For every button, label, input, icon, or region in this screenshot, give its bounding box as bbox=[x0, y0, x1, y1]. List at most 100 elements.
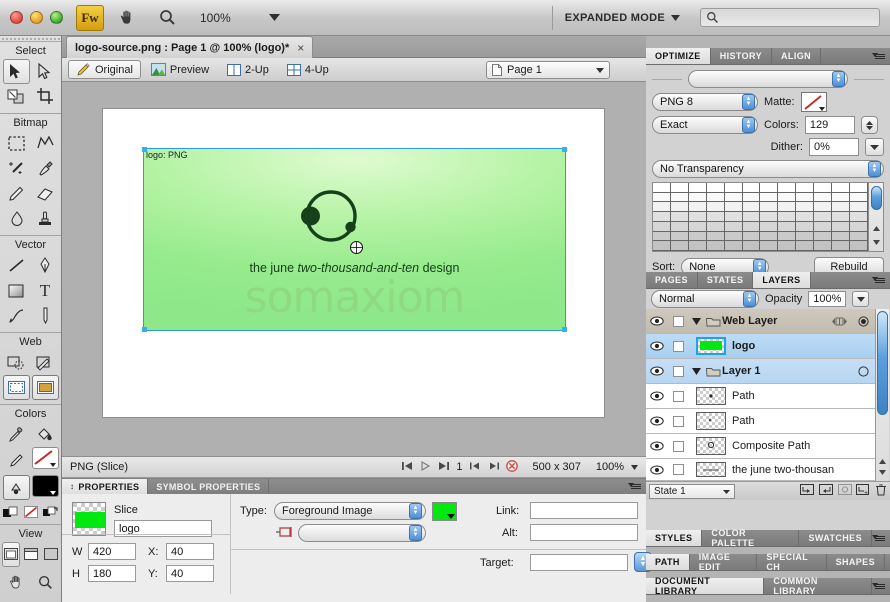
tab-symbol-properties[interactable]: SYMBOL PROPERTIES bbox=[148, 479, 270, 494]
paint-bucket-tool[interactable] bbox=[32, 422, 59, 447]
styles-panel-menu[interactable] bbox=[872, 530, 890, 546]
show-slices-tool[interactable] bbox=[31, 375, 59, 400]
palette-cell[interactable] bbox=[760, 192, 779, 203]
layer-thumbnail[interactable] bbox=[696, 337, 726, 355]
palette-cell[interactable] bbox=[832, 192, 851, 203]
layer-thumbnail[interactable] bbox=[696, 387, 726, 405]
palette-cell[interactable] bbox=[653, 192, 671, 203]
visibility-toggle[interactable] bbox=[646, 316, 668, 326]
panel-menu-icon[interactable] bbox=[872, 582, 885, 591]
palette-cell[interactable] bbox=[688, 212, 707, 222]
lock-toggle[interactable] bbox=[668, 340, 688, 352]
visibility-toggle[interactable] bbox=[646, 366, 668, 376]
tab-image-edit[interactable]: IMAGE EDIT bbox=[689, 552, 758, 572]
lock-toggle[interactable] bbox=[668, 315, 688, 327]
blur-tool[interactable] bbox=[3, 206, 30, 231]
play-states-button[interactable] bbox=[420, 460, 431, 474]
hotspot-tool[interactable] bbox=[3, 350, 30, 375]
full-screen-tool[interactable] bbox=[42, 542, 60, 567]
layer-row-logo[interactable]: logo bbox=[646, 334, 875, 359]
layer-name[interactable]: Path bbox=[732, 415, 875, 427]
palette-cell[interactable] bbox=[706, 231, 725, 242]
delete-layer-button[interactable] bbox=[875, 483, 887, 499]
add-bitmap-image-button[interactable] bbox=[838, 483, 852, 499]
palette-cell[interactable] bbox=[688, 183, 707, 193]
add-mask-alt-button[interactable] bbox=[819, 483, 834, 499]
export-format-select[interactable]: PNG 8 ▲ ▼ bbox=[652, 93, 758, 111]
standard-screen-tool[interactable] bbox=[1, 542, 20, 567]
palette-cell[interactable] bbox=[742, 212, 761, 222]
zoom-tool[interactable] bbox=[32, 570, 59, 595]
palette-cell[interactable] bbox=[814, 231, 833, 242]
palette-cell[interactable] bbox=[742, 192, 761, 203]
tab-states[interactable]: STATES bbox=[697, 272, 754, 288]
no-color-tool[interactable] bbox=[22, 504, 40, 520]
width-input[interactable]: 420 bbox=[88, 543, 136, 560]
layers-scroll-thumb[interactable] bbox=[877, 311, 888, 415]
palette-cell[interactable] bbox=[814, 183, 833, 193]
settings-stepper-icon[interactable]: ▲ ▼ bbox=[832, 71, 845, 87]
palette-cell[interactable] bbox=[706, 183, 725, 193]
palette-cell[interactable] bbox=[742, 202, 761, 213]
palette-cell[interactable] bbox=[850, 183, 868, 193]
fill-swatch-tool[interactable] bbox=[31, 475, 59, 497]
palette-cell[interactable] bbox=[814, 241, 833, 251]
tab-common-library[interactable]: COMMON LIBRARY bbox=[764, 576, 872, 596]
visibility-toggle[interactable] bbox=[646, 416, 668, 426]
subselection-tool[interactable] bbox=[32, 59, 59, 84]
visibility-toggle[interactable] bbox=[646, 341, 668, 351]
palette-cell[interactable] bbox=[796, 221, 815, 232]
visibility-toggle[interactable] bbox=[646, 465, 668, 475]
crop-tool[interactable] bbox=[32, 84, 59, 109]
panel-menu-icon[interactable] bbox=[872, 534, 885, 543]
active-layer-radio[interactable] bbox=[851, 365, 875, 377]
panel-menu-icon[interactable] bbox=[872, 276, 885, 285]
lock-toggle[interactable] bbox=[668, 440, 688, 452]
palette-cell[interactable] bbox=[850, 221, 868, 232]
tab-path[interactable]: PATH bbox=[646, 554, 690, 570]
tab-original[interactable]: Original bbox=[68, 60, 141, 79]
minimize-window-button[interactable] bbox=[30, 11, 43, 24]
dither-dropdown-button[interactable] bbox=[865, 138, 884, 156]
palette-cell[interactable] bbox=[688, 192, 707, 203]
palette-cell[interactable] bbox=[653, 221, 671, 232]
palette-cell[interactable] bbox=[653, 212, 671, 222]
stroke-color-tool[interactable] bbox=[3, 447, 30, 472]
active-layer-radio[interactable] bbox=[851, 315, 875, 327]
palette-cell[interactable] bbox=[760, 212, 779, 222]
palette-cell[interactable] bbox=[742, 241, 761, 251]
slice-color-swatch[interactable] bbox=[432, 502, 457, 521]
layer-row-layer-1[interactable]: Layer 1 bbox=[646, 359, 875, 384]
last-state-button[interactable] bbox=[438, 461, 450, 474]
lock-toggle[interactable] bbox=[668, 365, 688, 377]
palette-cell[interactable] bbox=[742, 183, 761, 193]
close-icon[interactable]: × bbox=[297, 41, 304, 55]
palette-cell[interactable] bbox=[688, 221, 707, 232]
layers-scrollbar[interactable] bbox=[875, 309, 889, 481]
layers-scroll-down-button[interactable] bbox=[879, 466, 886, 478]
layer-row-text[interactable]: the june two-thousan bbox=[646, 459, 875, 481]
layer-thumbnail[interactable] bbox=[696, 437, 726, 455]
format-stepper-icon[interactable]: ▲ ▼ bbox=[742, 94, 755, 110]
rubber-stamp-tool[interactable] bbox=[32, 206, 59, 231]
palette-type-select[interactable]: Exact ▲ ▼ bbox=[652, 116, 758, 134]
zoom-tool-button[interactable] bbox=[150, 5, 184, 31]
layer-name[interactable]: Web Layer bbox=[722, 315, 827, 327]
page-selector[interactable]: Page 1 bbox=[486, 61, 610, 79]
hand-tool[interactable] bbox=[3, 570, 30, 595]
transparency-select[interactable]: No Transparency ▲ ▼ bbox=[652, 160, 884, 178]
pen-tool[interactable] bbox=[32, 253, 59, 278]
palette-cell[interactable] bbox=[688, 231, 707, 242]
expand-triangle-icon[interactable] bbox=[688, 317, 704, 325]
slice-tool[interactable] bbox=[32, 350, 59, 375]
no-stroke-swatch[interactable] bbox=[31, 447, 59, 469]
palette-cell[interactable] bbox=[760, 231, 779, 242]
tab-properties[interactable]: ↕ PROPERTIES bbox=[62, 479, 149, 494]
layer-name[interactable]: Path bbox=[732, 390, 875, 402]
slice-export-icon[interactable] bbox=[274, 525, 296, 542]
palette-cell[interactable] bbox=[778, 221, 797, 232]
palette-cell[interactable] bbox=[796, 231, 815, 242]
optimize-settings-select[interactable]: ▲ ▼ bbox=[688, 70, 848, 88]
eyedropper-tool[interactable] bbox=[3, 422, 30, 447]
palette-cell[interactable] bbox=[796, 183, 815, 193]
